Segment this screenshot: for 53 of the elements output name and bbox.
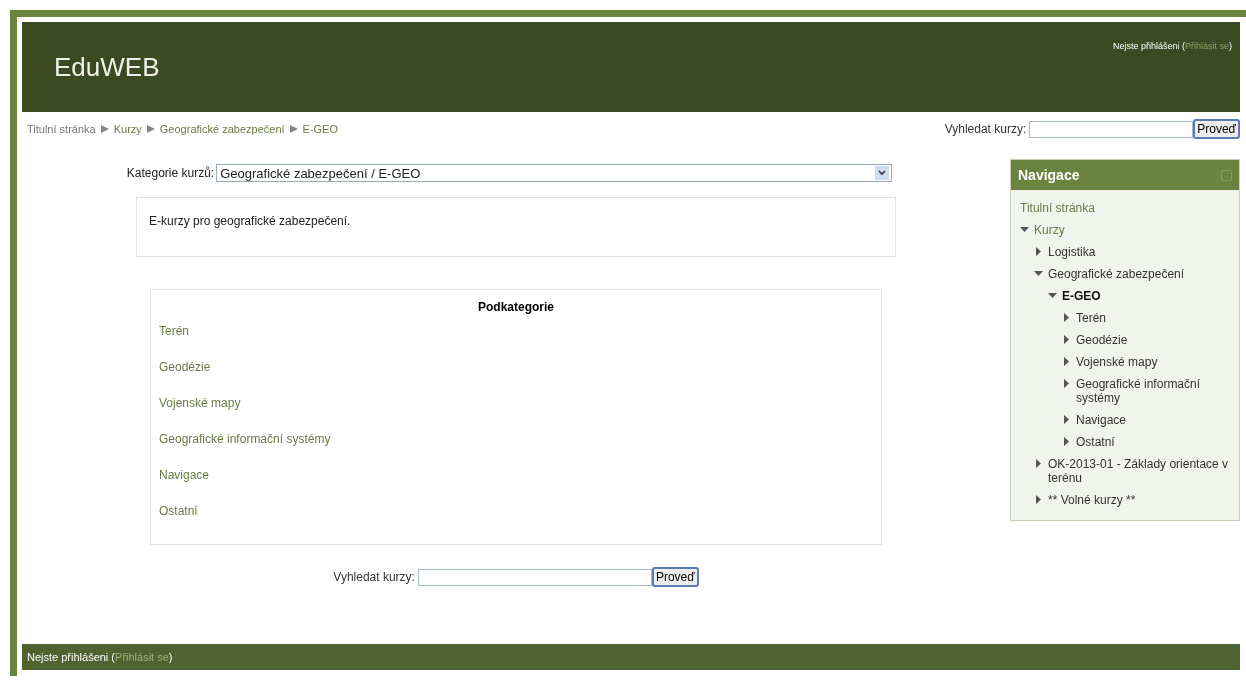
expanded-triangle-icon[interactable] [1034,269,1043,278]
nav-tree-item[interactable]: Navigace [1076,413,1127,427]
breadcrumb-link[interactable]: Geografické zabezpečení [159,123,285,135]
breadcrumb-link[interactable]: Titulní stránka [27,123,96,135]
search-label: Vyhledat kurzy: [944,122,1027,136]
search-field[interactable] [417,568,652,586]
subcategory-link[interactable]: Geodézie [159,360,211,396]
nav-tree-item[interactable]: Ostatní [1076,435,1115,449]
expanded-triangle-icon[interactable] [1020,225,1029,234]
collapsed-triangle-icon[interactable] [1062,335,1071,344]
nav-tree-item[interactable]: Terén [1076,311,1107,325]
collapsed-triangle-icon[interactable] [1062,357,1071,366]
subcategory-link[interactable]: Navigace [159,468,210,504]
category-dropdown[interactable]: Geografické zabezpečení / E-GEO [216,164,893,182]
collapsed-triangle-icon[interactable] [1062,313,1071,322]
collapsed-triangle-icon[interactable] [1034,495,1043,504]
login-link[interactable]: Přihlásit se [1185,41,1229,51]
collapsed-triangle-icon[interactable] [1034,459,1043,468]
collapsed-triangle-icon[interactable] [1062,437,1071,446]
subcategory-title: Podkategorie [478,300,554,314]
nav-tree-item[interactable]: Kurzy [1034,223,1065,237]
search-button[interactable]: Proveď [1193,119,1240,139]
breadcrumb-separator-icon [289,125,298,133]
subcategory-link[interactable]: Ostatní [159,504,198,540]
expanded-triangle-icon[interactable] [1048,291,1057,300]
nav-tree-item[interactable]: Titulní stránka [1020,201,1095,215]
block-title: Navigace [1018,167,1080,183]
collapsed-triangle-icon[interactable] [1062,379,1071,388]
nav-tree-item[interactable]: ** Volné kurzy ** [1048,493,1136,507]
login-info: Nejste přihlášeni (Přihlásit se) [1112,41,1232,53]
description-text: E-kurzy pro geografické zabezpečení. [149,214,351,228]
nav-tree-item[interactable]: Geografické zabezpečení [1048,267,1185,281]
search-label: Vyhledat kurzy: [333,570,415,584]
subcategory-link[interactable]: Terén [159,324,190,360]
subcategory-link[interactable]: Vojenské mapy [159,396,241,432]
nav-tree-item[interactable]: Vojenské mapy [1076,355,1158,369]
breadcrumb-separator-icon [100,125,109,133]
breadcrumb-separator-icon [146,125,155,133]
breadcrumb-link[interactable]: Kurzy [113,123,142,135]
nav-tree-item[interactable]: E-GEO [1062,289,1101,303]
nav-tree-item[interactable]: Logistika [1048,245,1096,259]
breadcrumb-link[interactable]: E-GEO [302,123,338,135]
search-field[interactable] [1029,120,1194,138]
nav-tree-item[interactable]: Geodézie [1076,333,1128,347]
collapsed-triangle-icon[interactable] [1034,247,1043,256]
nav-tree-item[interactable]: Geografické informační systémy [1076,377,1235,405]
nav-tree-item[interactable]: OK-2013-01 - Základy orientace v terénu [1048,457,1235,485]
collapsed-triangle-icon[interactable] [1062,415,1071,424]
site-name: EduWEB [54,52,160,84]
search-button[interactable]: Proveď [651,567,699,587]
subcategory-link[interactable]: Geografické informační systémy [159,432,331,468]
category-label: Kategorie kurzů: [126,166,215,180]
login-info: Nejste přihlášeni (Přihlásit se) [27,651,173,663]
